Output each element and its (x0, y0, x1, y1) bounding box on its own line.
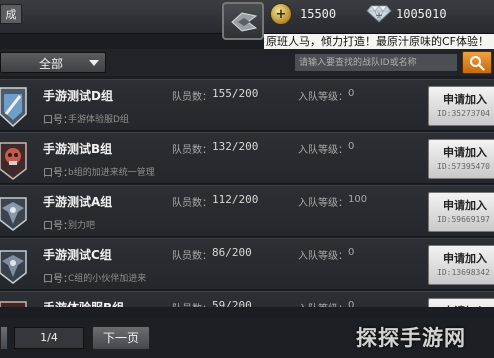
level-label: 入队等级： (298, 92, 348, 103)
team-id: ID:35273704 (437, 109, 490, 118)
apply-button[interactable]: 申请加入 (428, 298, 494, 307)
wing-badge-icon (0, 197, 27, 231)
team-search-input[interactable] (294, 53, 458, 72)
page-indicator: 1/4 (14, 327, 84, 349)
gem-value: 1005010 (396, 7, 447, 21)
team-row[interactable]: 手游测试D组 口号： 手游体验服D组 队员数： 155/200 入队等级： 0 … (0, 79, 494, 131)
next-page-button[interactable]: 下一页 (92, 326, 150, 350)
search-button[interactable] (462, 51, 492, 74)
team-slogan: 手游体验服D组 (68, 115, 129, 125)
team-name: 手游体验服B组 (43, 299, 124, 307)
skull-badge-icon (0, 142, 27, 180)
team-name: 手游测试C组 (43, 248, 112, 262)
svg-text:+: + (375, 11, 383, 21)
apply-label: 申请加入 (443, 146, 487, 159)
team-level: 100 (348, 194, 368, 205)
level-label: 入队等级： (298, 145, 348, 156)
team-list[interactable]: 手游测试D组 口号： 手游体验服D组 队员数： 155/200 入队等级： 0 … (0, 79, 494, 307)
members-label: 队员数： (172, 92, 212, 103)
filter-bar: 全部 (0, 49, 494, 76)
level-label: 入队等级： (298, 300, 348, 307)
team-name: 手游测试D组 (43, 89, 113, 103)
coin-icon: + (270, 3, 292, 25)
team-row[interactable]: 手游测试C组 口号： C组的小伙伴加进来 队员数： 86/200 入队等级： 0… (0, 238, 494, 290)
apply-label: 申请加入 (443, 303, 487, 307)
apply-button[interactable]: 申请加入 ID:57395470 (428, 139, 494, 179)
team-members: 86/200 (212, 246, 252, 259)
apply-button[interactable]: 申请加入 ID:13698342 (428, 245, 494, 285)
members-label: 队员数： (172, 251, 212, 262)
apply-label: 申请加入 (443, 252, 487, 265)
team-row[interactable]: 手游测试A组 口号： 别力吧 队员数： 112/200 入队等级： 100 申请… (0, 185, 494, 237)
site-watermark: 探探手游网 (356, 326, 466, 350)
apply-label: 申请加入 (443, 93, 487, 106)
members-label: 队员数： (172, 300, 212, 307)
back-tab[interactable]: 成 (0, 4, 22, 24)
team-members: 155/200 (212, 87, 259, 100)
coin-balance: + 15500 (270, 3, 337, 25)
search-icon (470, 55, 485, 71)
filter-selected-value: 全部 (39, 57, 64, 71)
team-level: 0 (348, 300, 355, 307)
team-slogan: b组的加进来统一管理 (68, 168, 155, 178)
coin-value: 15500 (300, 7, 337, 21)
team-badge-icon (0, 301, 27, 307)
team-badge-icon (0, 87, 27, 128)
team-level: 0 (348, 88, 355, 99)
chevron-down-icon (89, 60, 99, 66)
team-members: 59/200 (212, 299, 252, 307)
wing-badge-icon (0, 250, 27, 284)
team-id: ID:59669197 (437, 215, 490, 224)
apply-label: 申请加入 (443, 199, 487, 212)
team-id: ID:13698342 (437, 268, 490, 277)
level-label: 入队等级： (298, 198, 348, 209)
team-emblem-icon[interactable] (222, 2, 264, 40)
team-row[interactable]: 手游测试B组 口号： b组的加进来统一管理 队员数： 132/200 入队等级：… (0, 132, 494, 184)
gem-balance: + 1005010 (366, 4, 447, 24)
prev-page-button[interactable] (0, 326, 8, 350)
team-name: 手游测试A组 (43, 195, 113, 209)
apply-button[interactable]: 申请加入 ID:35273704 (428, 86, 494, 126)
team-members: 132/200 (212, 140, 259, 153)
members-label: 队员数： (172, 198, 212, 209)
announcement-banner: 原班人马，倾力打造！最原汁原味的CF体验！ (264, 34, 494, 49)
team-name: 手游测试B组 (43, 142, 113, 156)
team-level: 0 (348, 141, 355, 152)
level-label: 入队等级： (298, 251, 348, 262)
apply-button[interactable]: 申请加入 ID:59669197 (428, 192, 494, 232)
team-slogan: 别力吧 (68, 221, 96, 231)
team-slogan: C组的小伙伴加进来 (68, 274, 147, 284)
team-level: 0 (348, 247, 355, 258)
team-id: ID:57395470 (437, 162, 490, 171)
members-label: 队员数： (172, 145, 212, 156)
team-members: 112/200 (212, 193, 259, 206)
diamond-icon: + (366, 5, 392, 23)
team-filter-dropdown[interactable]: 全部 (0, 52, 106, 73)
team-row[interactable]: 手游体验服B组 队员数： 59/200 入队等级： 0 申请加入 (0, 291, 494, 307)
